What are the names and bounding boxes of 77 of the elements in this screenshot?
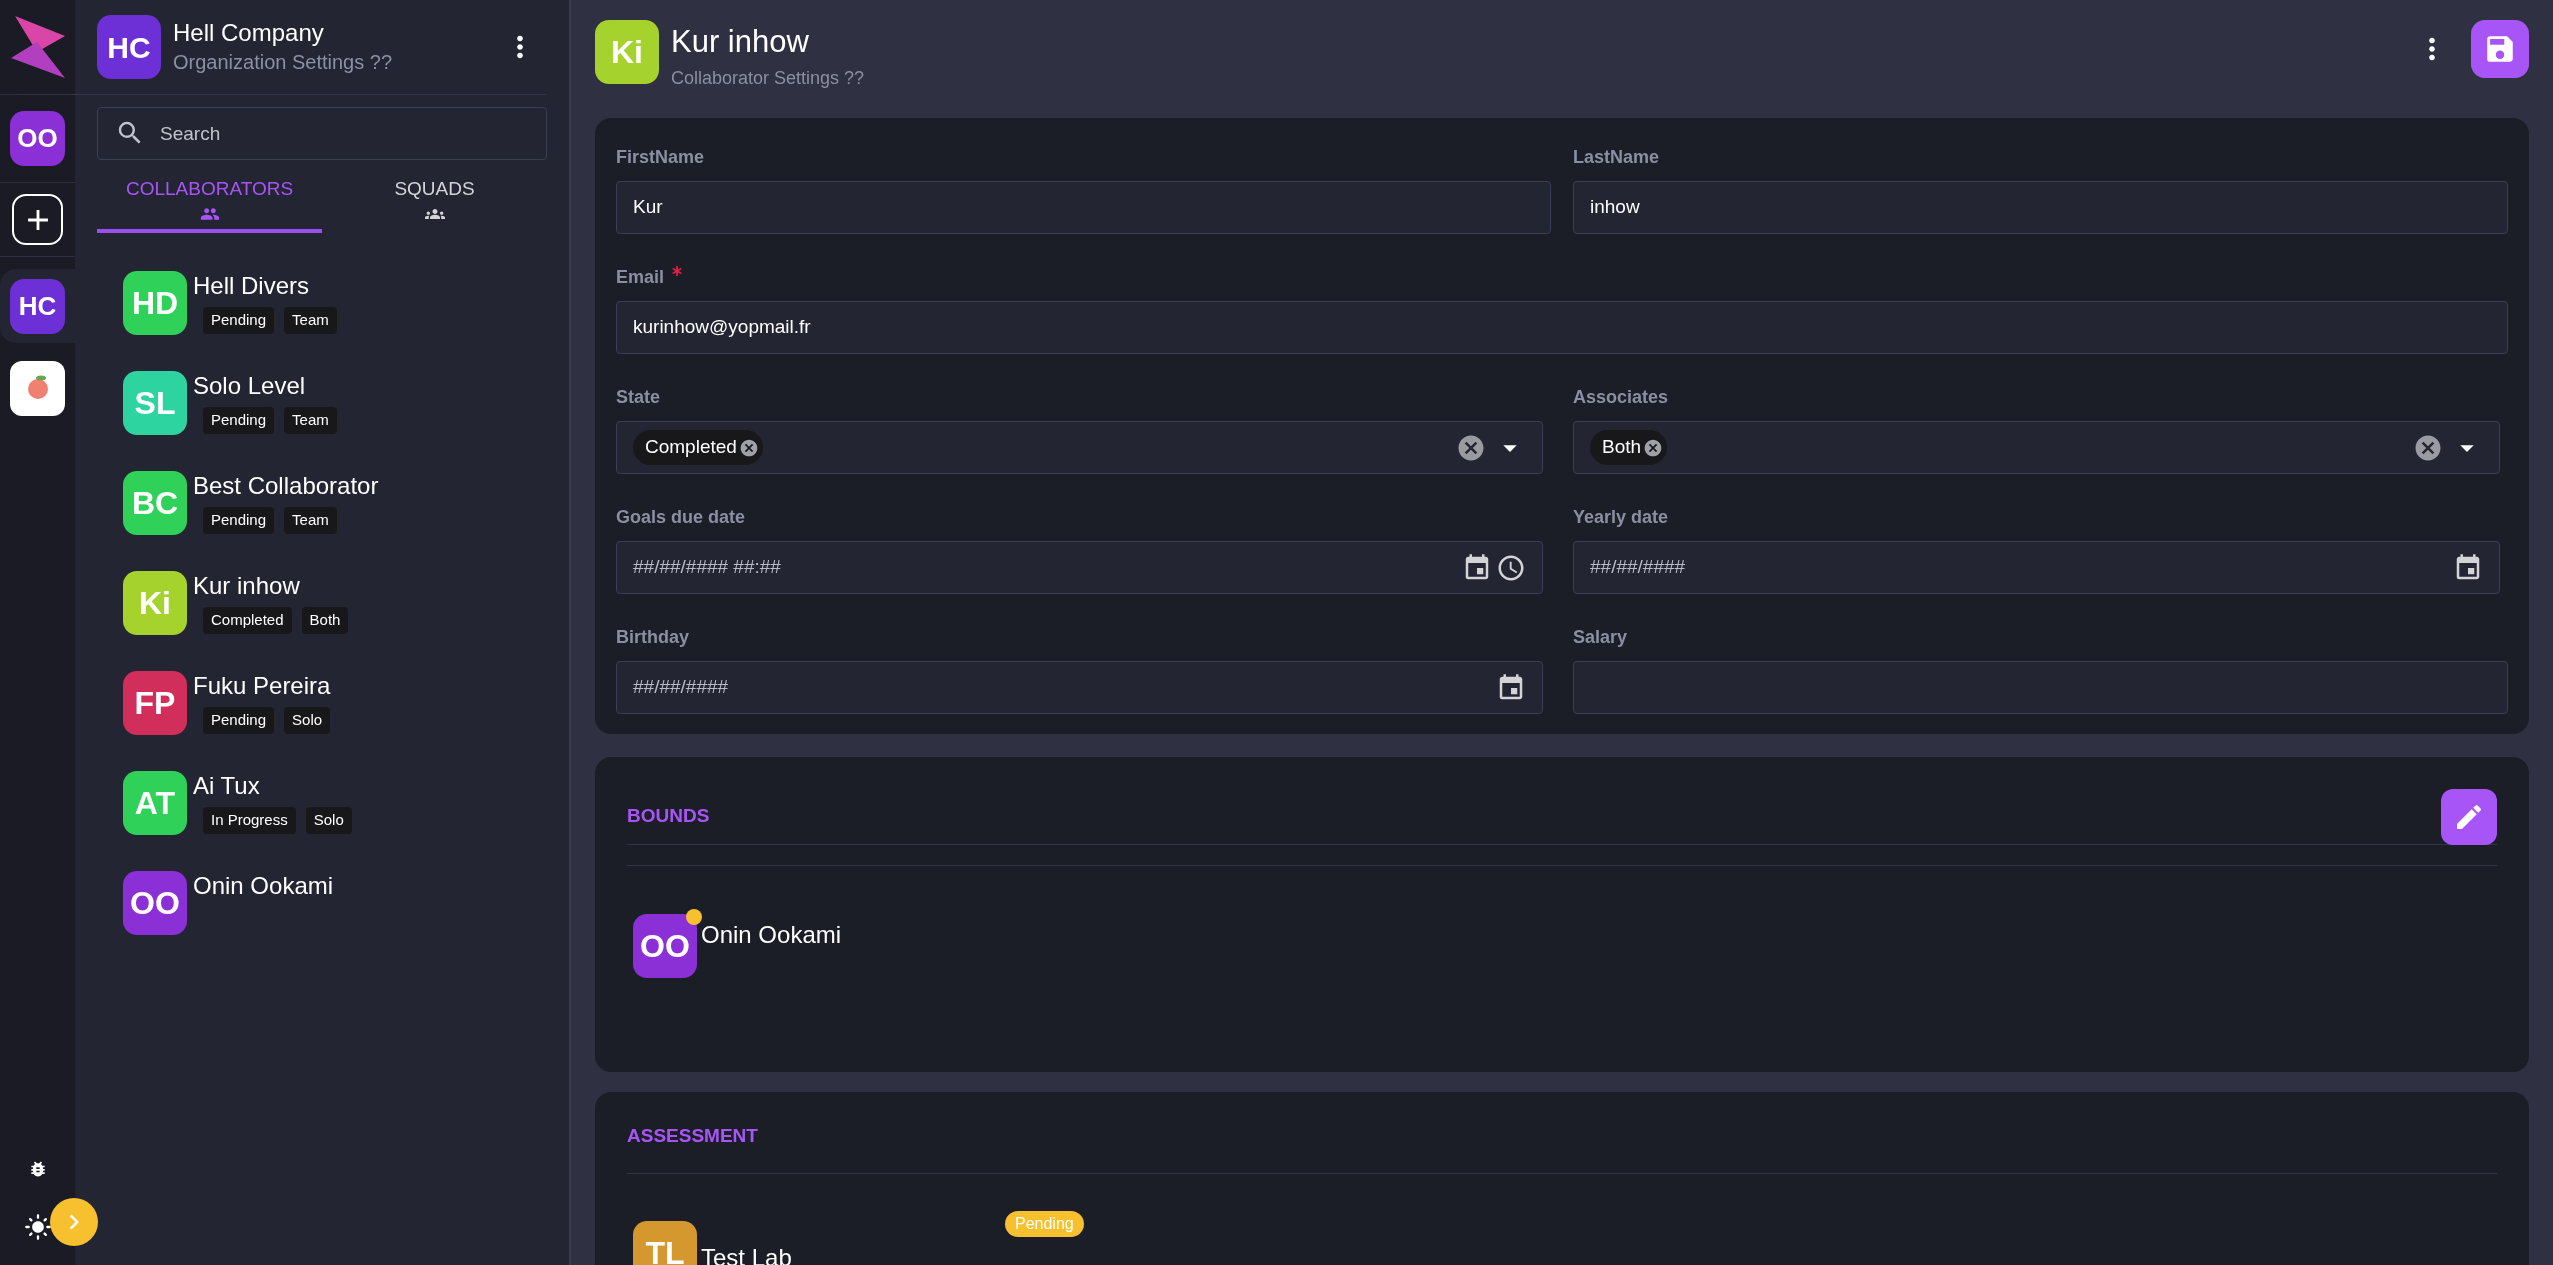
field-label: State: [616, 386, 660, 409]
chip[interactable]: Completed: [633, 430, 763, 465]
select-field[interactable]: Completed: [616, 421, 1543, 474]
tag: Pending: [203, 507, 275, 534]
text-field[interactable]: inhow: [1573, 181, 2508, 234]
member-item[interactable]: OO Onin Ookami: [633, 906, 850, 978]
field-label: Salary: [1573, 626, 1628, 649]
organization-name: Hell Company: [173, 18, 325, 48]
avatar: OO: [123, 871, 187, 935]
text-field[interactable]: [1573, 661, 2508, 714]
field-label: Goals due date: [616, 506, 746, 529]
avatar: BC: [123, 471, 187, 535]
collaborator-name: Solo Level: [193, 371, 307, 401]
chip-label: Completed: [645, 435, 737, 460]
page-subtitle: Collaborator Settings ??: [671, 67, 865, 90]
avatar: OO: [633, 914, 697, 978]
tag: Pending: [203, 307, 275, 334]
collaborator-name: Hell Divers: [193, 271, 310, 301]
tab[interactable]: COLLABORATORS: [97, 170, 322, 233]
remove-icon[interactable]: [1643, 437, 1664, 458]
tag: Both: [301, 607, 349, 634]
field-label: Birthday: [616, 626, 689, 649]
tab[interactable]: SQUADS: [322, 170, 547, 233]
tag: Team: [284, 407, 337, 434]
collaborator-name: Ai Tux: [193, 771, 261, 801]
organization-subtitle: Organization Settings ??: [173, 50, 393, 75]
tag: Team: [284, 507, 337, 534]
section-title: ASSESSMENT: [627, 1124, 759, 1148]
field-label: Yearly date: [1573, 506, 1669, 529]
tag: Team: [284, 307, 337, 334]
collaborator-name: Best Collaborator: [193, 471, 379, 501]
field-label: FirstName: [616, 146, 705, 169]
field-label: Associates: [1573, 386, 1669, 409]
tag: In Progress: [203, 807, 296, 834]
assessment-name: Test Lab: [701, 1242, 793, 1265]
save-button[interactable]: [2471, 20, 2529, 78]
text-field[interactable]: kurinhow@yopmail.fr: [616, 301, 2508, 354]
organization-avatar: HC: [97, 15, 161, 79]
collaborator-name: Onin Ookami: [193, 871, 334, 901]
user-avatar: OO: [10, 111, 65, 166]
select-field[interactable]: Both: [1573, 421, 2500, 474]
date-field[interactable]: ##/##/####: [616, 661, 1543, 714]
collaborator-name: Fuku Pereira: [193, 671, 331, 701]
tag: Solo: [284, 707, 331, 734]
date-field[interactable]: ##/##/####: [1573, 541, 2500, 594]
status-badge: Pending: [1005, 1210, 1084, 1237]
sun-icon[interactable]: [23, 1213, 52, 1241]
field-label: Email: [616, 266, 665, 289]
logo-icon: [10, 16, 65, 78]
avatar: HD: [123, 271, 187, 335]
avatar: FP: [123, 671, 187, 735]
remove-icon[interactable]: [738, 437, 759, 458]
tag: Pending: [203, 707, 275, 734]
member-name: Onin Ookami: [701, 920, 842, 950]
chip[interactable]: Both: [1590, 430, 1668, 465]
collaborator-name: Kur inhow: [193, 571, 301, 601]
field-label: LastName: [1573, 146, 1660, 169]
assessment-item[interactable]: TL Test Lab Pending: [633, 1210, 1084, 1265]
add-button[interactable]: [12, 194, 63, 245]
section-title: BOUNDS: [627, 804, 710, 829]
organization-avatar: HC: [10, 278, 65, 334]
edit-button[interactable]: [2441, 788, 2497, 845]
avatar: AT: [123, 771, 187, 835]
organization-item[interactable]: HC: [0, 269, 75, 343]
tag: Completed: [203, 607, 292, 634]
collaborator-avatar: Ki: [595, 20, 659, 84]
search-field[interactable]: Search: [97, 107, 547, 160]
date-field[interactable]: ##/##/#### ##:##: [616, 541, 1543, 594]
chip-label: Both: [1602, 435, 1642, 460]
page-title: Kur inhow: [671, 23, 810, 61]
avatar: TL: [633, 1220, 697, 1265]
tag: Solo: [305, 807, 352, 834]
avatar: Ki: [123, 571, 187, 635]
tag: Pending: [203, 407, 275, 434]
text-field[interactable]: Kur: [616, 181, 1551, 234]
avatar: SL: [123, 371, 187, 435]
collaborator-item[interactable]: OO Onin Ookami: [123, 871, 547, 935]
